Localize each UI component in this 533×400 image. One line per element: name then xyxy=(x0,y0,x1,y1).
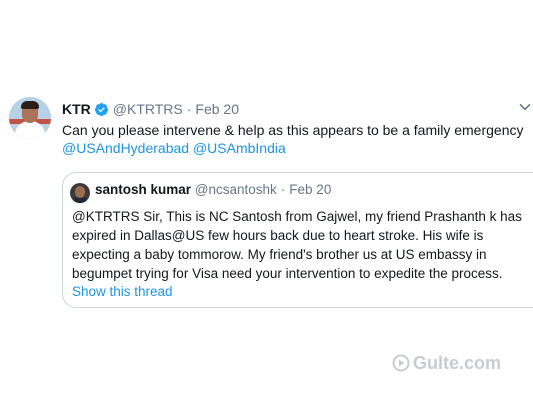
quoted-tweet-header: santosh kumar @ncsantoshk · Feb 20 xyxy=(95,182,331,197)
show-thread-link[interactable]: Show this thread xyxy=(72,284,173,299)
author-name[interactable]: KTR xyxy=(62,101,91,117)
author-avatar[interactable] xyxy=(9,97,51,139)
quoted-author-name: santosh kumar xyxy=(95,182,192,197)
quoted-tweet[interactable]: santosh kumar @ncsantoshk · Feb 20 @KTRTRS… xyxy=(62,172,533,308)
mention-link[interactable]: @USAndHyderabad xyxy=(62,140,189,156)
tweet-card: KTR @KTRTRS · Feb 20 Can you please inte… xyxy=(0,0,533,400)
quoted-header-separator: · xyxy=(280,182,286,197)
quoted-text-line: @KTRTRS Sir, This is NC Santosh from Gaj… xyxy=(72,209,522,224)
quoted-text-line: begumpet trying for Visa need your inter… xyxy=(72,266,503,281)
quoted-tweet-text: @KTRTRS Sir, This is NC Santosh from Gaj… xyxy=(72,207,530,283)
tweet-mentions-line: @USAndHyderabad @USAmbIndia xyxy=(62,139,530,157)
author-handle[interactable]: @KTRTRS xyxy=(113,101,183,117)
header-separator: · xyxy=(186,101,192,117)
tweet-text-line: Can you please intervene & help as this … xyxy=(62,122,524,138)
quoted-avatar-face xyxy=(75,186,85,198)
play-circle-icon xyxy=(392,354,410,372)
watermark: Gulte.com xyxy=(392,352,501,374)
tweet-header: KTR @KTRTRS · Feb 20 xyxy=(62,100,239,118)
verified-badge-icon xyxy=(94,102,108,116)
quoted-tweet-date: Feb 20 xyxy=(289,182,332,197)
tweet-text: Can you please intervene & help as this … xyxy=(62,121,530,157)
quoted-author-avatar xyxy=(70,183,90,203)
mention-link[interactable]: @USAmbIndia xyxy=(193,140,286,156)
tweet-date[interactable]: Feb 20 xyxy=(195,101,239,117)
watermark-text: Gulte.com xyxy=(413,352,502,373)
chevron-down-icon[interactable] xyxy=(519,101,531,113)
quoted-text-line: expecting a baby tommorow. My friend's b… xyxy=(72,247,487,262)
quoted-text-line: expired in Dallas@US few hours back due … xyxy=(72,228,484,243)
avatar-hair xyxy=(21,101,39,109)
quoted-author-handle: @ncsantoshk xyxy=(194,182,277,197)
